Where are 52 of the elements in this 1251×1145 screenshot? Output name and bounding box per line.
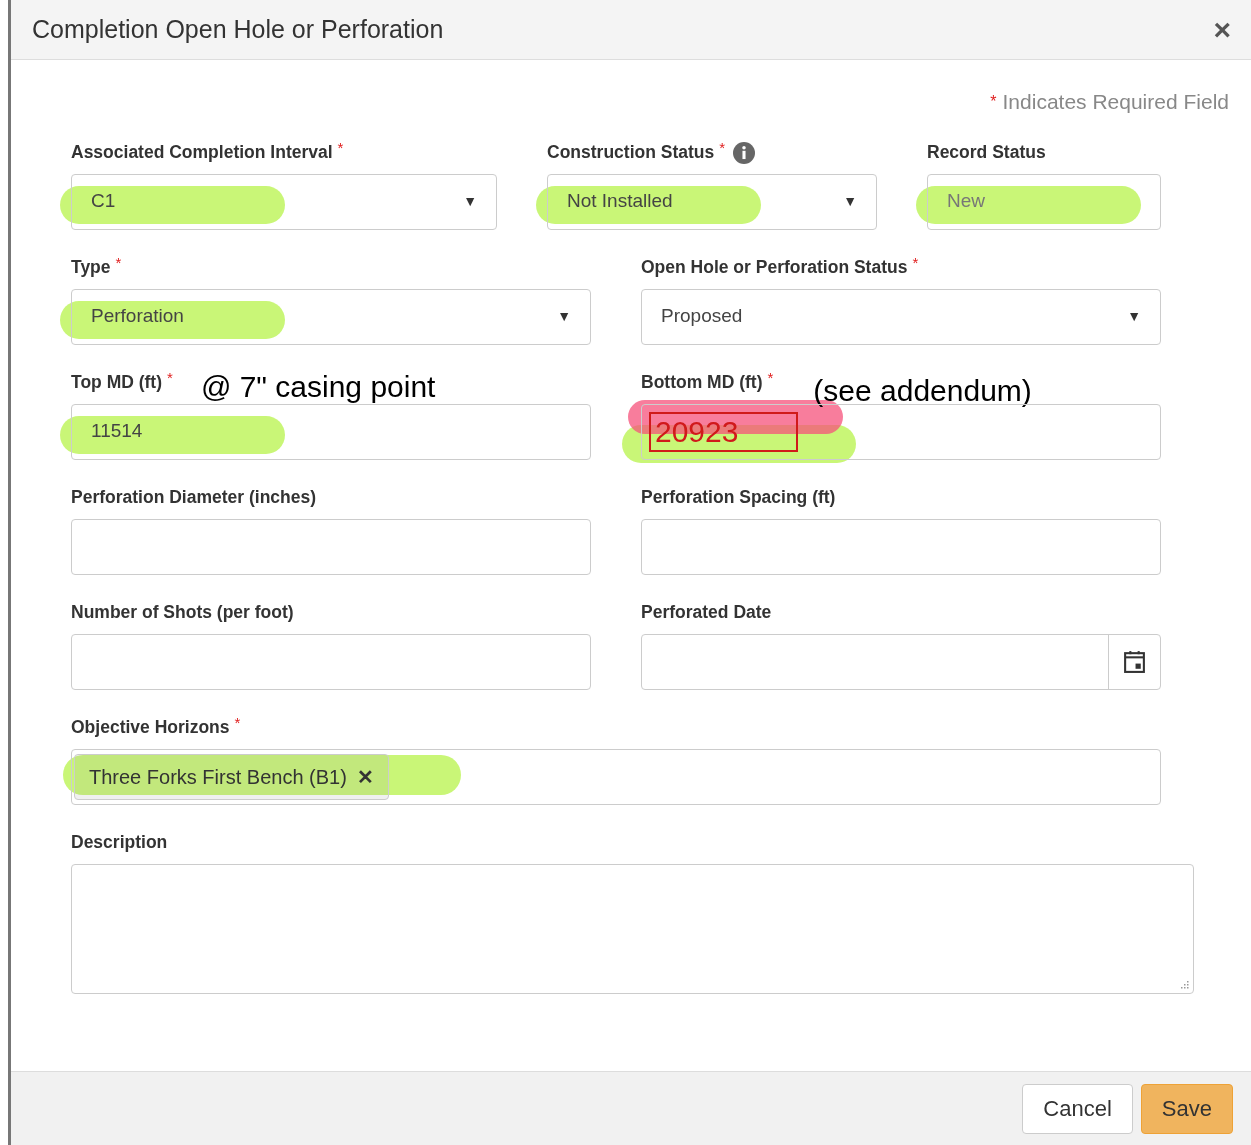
dropdown-field[interactable]: Proposed ▼ xyxy=(641,288,1161,345)
caret-icon: ▼ xyxy=(843,191,857,212)
field-label: Type xyxy=(71,256,111,280)
field-label: Number of Shots (per foot) xyxy=(71,601,294,625)
required-asterisk: * xyxy=(990,91,997,112)
dropdown-field[interactable]: C1 ▼ xyxy=(71,173,497,230)
tags-field[interactable]: Three Forks First Bench (B1) ✕ xyxy=(71,748,1161,805)
dropdown-field[interactable]: Not Installed ▼ xyxy=(547,173,877,230)
required-note: Indicates Required Field xyxy=(1002,89,1229,115)
required-asterisk: * xyxy=(115,253,122,273)
input-field[interactable] xyxy=(641,518,1161,575)
required-asterisk: * xyxy=(337,138,344,158)
dialog-title: Completion Open Hole or Perforation xyxy=(32,13,444,45)
required-asterisk: * xyxy=(234,713,241,733)
required-asterisk: * xyxy=(167,368,173,388)
required-asterisk: * xyxy=(767,368,774,388)
selected-value: C1 xyxy=(91,189,116,214)
input-field[interactable] xyxy=(71,518,591,575)
field-label: Perforated Date xyxy=(641,601,772,625)
input-field[interactable]: 11514 xyxy=(71,403,591,460)
selected-value: Not Installed xyxy=(567,189,673,214)
input-field[interactable] xyxy=(71,633,591,690)
cancel-button[interactable]: Cancel xyxy=(1022,1083,1133,1134)
field-label: Bottom MD (ft) xyxy=(641,371,763,395)
remove-tag-button[interactable]: ✕ xyxy=(356,761,374,792)
required-asterisk: * xyxy=(912,253,919,273)
field-value: New xyxy=(947,189,985,214)
save-button[interactable]: Save xyxy=(1140,1083,1233,1134)
field-label: Construction Status xyxy=(547,141,715,165)
field-label: Associated Completion Interval xyxy=(71,141,333,165)
dropdown-field[interactable]: Perforation ▼ xyxy=(71,288,591,345)
caret-icon: ▼ xyxy=(1127,306,1141,327)
caret-icon: ▼ xyxy=(557,306,571,327)
selected-value: Proposed xyxy=(661,304,743,329)
calendar-icon[interactable] xyxy=(1122,649,1147,674)
handwritten-note: (see addendum) xyxy=(813,375,1032,406)
resize-grip-icon[interactable] xyxy=(1179,978,1189,989)
tag-text: Three Forks First Bench (B1) xyxy=(89,764,347,790)
field-label: Open Hole or Perforation Status xyxy=(641,256,908,280)
field-label: Description xyxy=(71,831,168,855)
required-asterisk: * xyxy=(719,138,726,158)
caret-icon: ▼ xyxy=(463,191,477,212)
handwritten-note: @ 7" casing point xyxy=(200,371,436,402)
field-label: Perforation Spacing (ft) xyxy=(641,486,836,510)
field-label: Top MD (ft) xyxy=(71,371,163,395)
close-button[interactable]: × xyxy=(1213,14,1231,45)
field-label: Objective Horizons xyxy=(71,716,230,740)
field-label: Record Status xyxy=(927,141,1046,165)
field-value: 11514 xyxy=(91,419,143,444)
field-label: Perforation Diameter (inches) xyxy=(71,486,317,510)
date-field[interactable] xyxy=(641,633,1161,690)
selected-value: Perforation xyxy=(91,304,184,329)
